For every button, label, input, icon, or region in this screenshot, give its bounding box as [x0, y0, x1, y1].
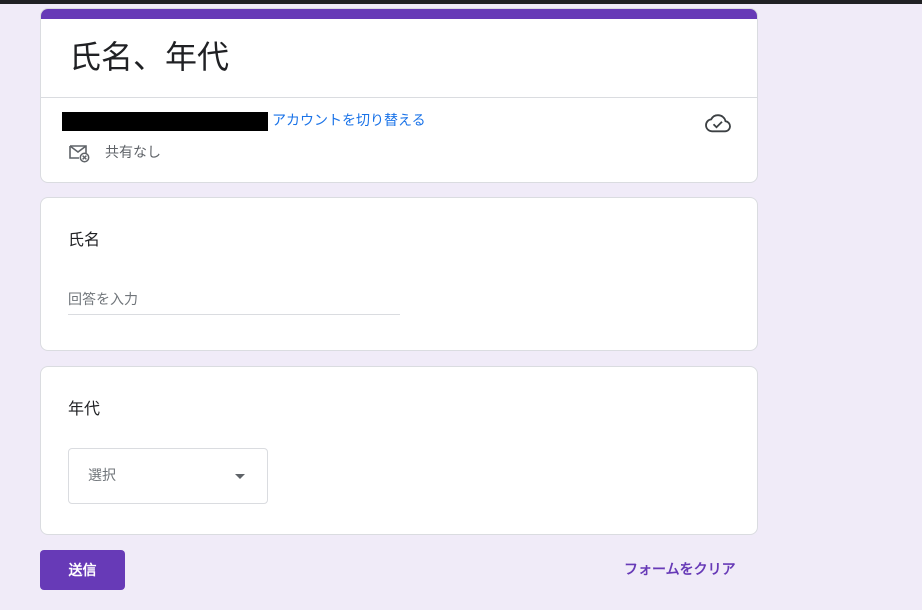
header-accent-stripe [41, 9, 757, 19]
share-status-text: 共有なし [105, 145, 161, 161]
question-card-name: 氏名 [40, 197, 758, 351]
cloud-check-icon [705, 114, 731, 133]
age-select-dropdown[interactable]: 選択 [68, 448, 268, 504]
redacted-account-email [62, 112, 268, 131]
form-header-card: 氏名、年代 アカウントを切り替える 共有なし [40, 8, 758, 183]
window-top-border [0, 0, 922, 4]
question-title-age: 年代 [68, 399, 101, 418]
mail-not-shared-icon [69, 145, 90, 163]
question-card-age: 年代 選択 [40, 366, 758, 535]
age-select-value: 選択 [88, 468, 116, 484]
name-answer-input[interactable] [68, 286, 400, 315]
header-divider [41, 97, 757, 98]
question-title-name: 氏名 [68, 230, 101, 249]
submit-button[interactable]: 送信 [40, 550, 125, 590]
clear-form-button[interactable]: フォームをクリア [624, 560, 736, 580]
form-title: 氏名、年代 [69, 38, 230, 76]
switch-account-link[interactable]: アカウントを切り替える [272, 111, 426, 131]
dropdown-arrow-icon [235, 474, 245, 479]
